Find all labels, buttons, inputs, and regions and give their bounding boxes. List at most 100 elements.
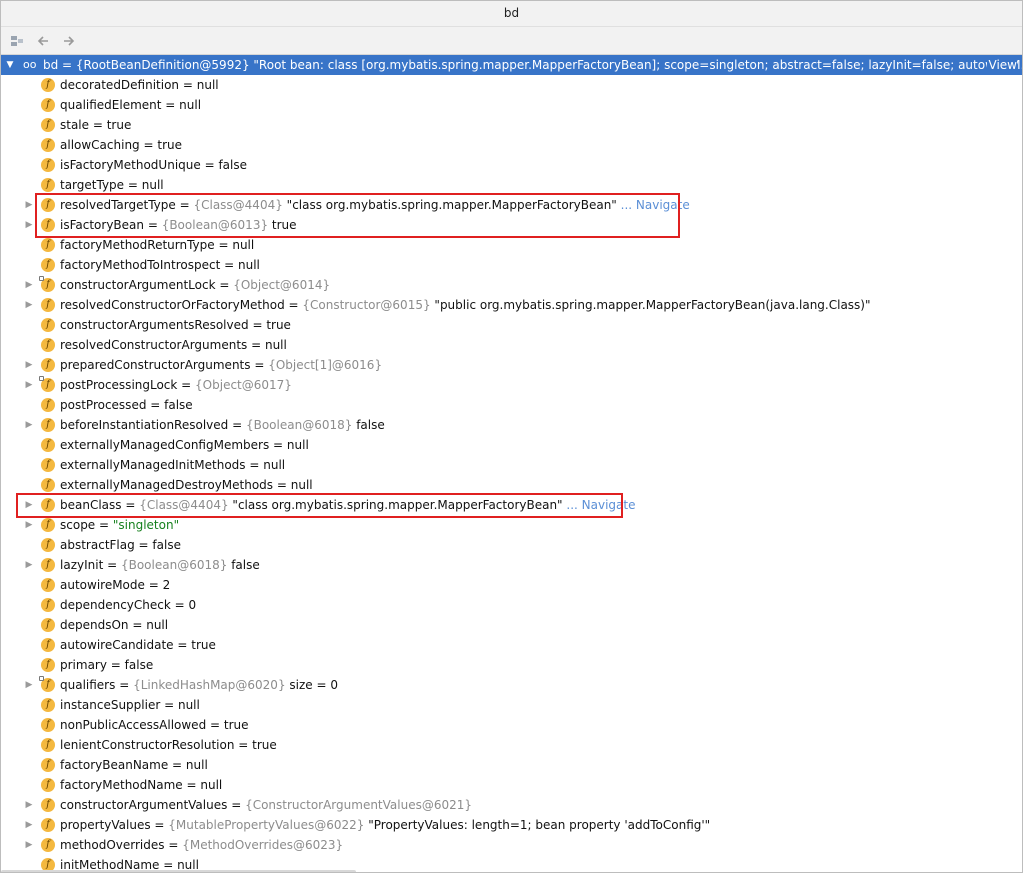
field-name: resolvedTargetType bbox=[60, 198, 176, 212]
field-equals: = bbox=[139, 138, 158, 152]
field-reference: {LinkedHashMap@6020} bbox=[133, 678, 286, 692]
tree-row-resolved-target-type[interactable]: ▶ f resolvedTargetType = {Class@4404} "cla… bbox=[1, 195, 1022, 215]
debugger-window: bd ▼ oo bd = {RootBeanDefinition@5992} "… bbox=[0, 0, 1023, 873]
tree-row-externally-managed-config-members[interactable]: f externallyManagedConfigMembers = null bbox=[1, 435, 1022, 455]
variables-tree[interactable]: ▼ oo bd = {RootBeanDefinition@5992} "Roo… bbox=[1, 55, 1022, 872]
field-name: lenientConstructorResolution bbox=[60, 738, 235, 752]
tree-row-stale[interactable]: f stale = true bbox=[1, 115, 1022, 135]
tree-row-depends-on[interactable]: f dependsOn = null bbox=[1, 615, 1022, 635]
field-equals: = bbox=[160, 698, 178, 712]
expand-arrow-icon[interactable]: ▶ bbox=[23, 675, 35, 695]
field-icon: f bbox=[41, 658, 55, 672]
expand-arrow-icon[interactable]: ▶ bbox=[23, 195, 35, 215]
tree-row-lazy-init[interactable]: ▶ f lazyInit = {Boolean@6018} false bbox=[1, 555, 1022, 575]
field-icon: f bbox=[41, 358, 55, 372]
forward-arrow-icon[interactable] bbox=[59, 31, 79, 51]
tree-row-property-values[interactable]: ▶ f propertyValues = {MutablePropertyValue… bbox=[1, 815, 1022, 835]
field-name: dependsOn bbox=[60, 618, 129, 632]
back-arrow-icon[interactable] bbox=[33, 31, 53, 51]
field-equals: = bbox=[168, 758, 186, 772]
field-value: null bbox=[263, 458, 286, 472]
tree-row-dependency-check[interactable]: f dependencyCheck = 0 bbox=[1, 595, 1022, 615]
tree-row-lenient-constructor-resolution[interactable]: f lenientConstructorResolution = true bbox=[1, 735, 1022, 755]
tree-row-constructor-argument-lock[interactable]: ▶ f constructorArgumentLock = {Object@6014… bbox=[1, 275, 1022, 295]
tree-row-factory-method-to-introspect[interactable]: f factoryMethodToIntrospect = null bbox=[1, 255, 1022, 275]
field-value: false bbox=[164, 398, 193, 412]
tree-row-non-public-access-allowed[interactable]: f nonPublicAccessAllowed = true bbox=[1, 715, 1022, 735]
field-text: scope = "singleton" bbox=[60, 515, 179, 535]
tree-row-method-overrides[interactable]: ▶ f methodOverrides = {MethodOverrides@602… bbox=[1, 835, 1022, 855]
view-link[interactable]: View bbox=[986, 55, 1017, 75]
field-text: factoryMethodToIntrospect = null bbox=[60, 255, 260, 275]
expand-arrow-icon[interactable]: ▶ bbox=[23, 835, 35, 855]
field-name: targetType bbox=[60, 178, 125, 192]
tree-row-factory-method-return-type[interactable]: f factoryMethodReturnType = null bbox=[1, 235, 1022, 255]
field-text: resolvedConstructorArguments = null bbox=[60, 335, 287, 355]
tree-row-scope[interactable]: ▶ f scope = "singleton" bbox=[1, 515, 1022, 535]
tree-row-primary[interactable]: f primary = false bbox=[1, 655, 1022, 675]
tree-row-post-processing-lock[interactable]: ▶ f postProcessingLock = {Object@6017} bbox=[1, 375, 1022, 395]
tree-row-instance-supplier[interactable]: f instanceSupplier = null bbox=[1, 695, 1022, 715]
expand-arrow-icon[interactable]: ▶ bbox=[23, 815, 35, 835]
field-text: preparedConstructorArguments = {Object[1… bbox=[60, 355, 382, 375]
tree-row-target-type[interactable]: f targetType = null bbox=[1, 175, 1022, 195]
field-reference: {Object[1]@6016} bbox=[268, 358, 383, 372]
expand-arrow-icon[interactable]: ▶ bbox=[23, 495, 35, 515]
expand-arrow-icon[interactable]: ▶ bbox=[23, 275, 35, 295]
tree-row-externally-managed-init-methods[interactable]: f externallyManagedInitMethods = null bbox=[1, 455, 1022, 475]
tree-row-constructor-arguments-resolved[interactable]: f constructorArgumentsResolved = true bbox=[1, 315, 1022, 335]
field-text: abstractFlag = false bbox=[60, 535, 181, 555]
field-name: externallyManagedDestroyMethods bbox=[60, 478, 274, 492]
field-value: null bbox=[177, 698, 200, 712]
field-name: externallyManagedConfigMembers bbox=[60, 438, 270, 452]
field-name: resolvedConstructorArguments bbox=[60, 338, 248, 352]
expand-arrow-icon[interactable]: ▶ bbox=[23, 515, 35, 535]
object-icon: oo bbox=[23, 58, 37, 71]
restore-layout-icon[interactable] bbox=[7, 31, 27, 51]
field-text: postProcessingLock = {Object@6017} bbox=[60, 375, 292, 395]
tree-row-abstract-flag[interactable]: f abstractFlag = false bbox=[1, 535, 1022, 555]
expanded-arrow-icon[interactable]: ▼ bbox=[4, 55, 16, 75]
tree-row-factory-method-name[interactable]: f factoryMethodName = null bbox=[1, 775, 1022, 795]
expand-arrow-icon[interactable]: ▶ bbox=[23, 215, 35, 235]
field-value: true bbox=[223, 718, 249, 732]
tree-row-post-processed[interactable]: f postProcessed = false bbox=[1, 395, 1022, 415]
tree-row-qualifiers[interactable]: ▶ f qualifiers = {LinkedHashMap@6020} size… bbox=[1, 675, 1022, 695]
field-text: isFactoryMethodUnique = false bbox=[60, 155, 247, 175]
field-text: constructorArgumentValues = {Constructor… bbox=[60, 795, 472, 815]
navigate-link[interactable]: ... Navigate bbox=[617, 198, 690, 212]
field-icon: f bbox=[41, 158, 55, 172]
tree-root-row[interactable]: ▼ oo bd = {RootBeanDefinition@5992} "Roo… bbox=[1, 55, 1022, 75]
tree-row-bean-class[interactable]: ▶ f beanClass = {Class@4404} "class org.my… bbox=[1, 495, 1022, 515]
expand-arrow-icon[interactable]: ▶ bbox=[23, 795, 35, 815]
tree-row-factory-bean-name[interactable]: f factoryBeanName = null bbox=[1, 755, 1022, 775]
tree-row-before-instantiation-resolved[interactable]: ▶ f beforeInstantiationResolved = {Boolean… bbox=[1, 415, 1022, 435]
tree-row-qualified-element[interactable]: f qualifiedElement = null bbox=[1, 95, 1022, 115]
expand-arrow-icon[interactable]: ▶ bbox=[23, 555, 35, 575]
expand-arrow-icon[interactable]: ▶ bbox=[23, 355, 35, 375]
tree-row-autowire-candidate[interactable]: f autowireCandidate = true bbox=[1, 635, 1022, 655]
field-name: methodOverrides bbox=[60, 838, 165, 852]
tree-row-resolved-constructor-arguments[interactable]: f resolvedConstructorArguments = null bbox=[1, 335, 1022, 355]
expand-arrow-icon[interactable]: ▶ bbox=[23, 375, 35, 395]
field-text: factoryMethodName = null bbox=[60, 775, 222, 795]
field-name: factoryMethodToIntrospect bbox=[60, 258, 221, 272]
tree-row-autowire-mode[interactable]: f autowireMode = 2 bbox=[1, 575, 1022, 595]
expand-arrow-icon[interactable]: ▶ bbox=[23, 415, 35, 435]
tree-row-decorated-definition[interactable]: f decoratedDefinition = null bbox=[1, 75, 1022, 95]
field-icon: f bbox=[41, 638, 55, 652]
tree-row-is-factory-bean[interactable]: ▶ f isFactoryBean = {Boolean@6013} true bbox=[1, 215, 1022, 235]
field-text: beforeInstantiationResolved = {Boolean@6… bbox=[60, 415, 385, 435]
field-equals: = bbox=[164, 838, 183, 852]
field-text: beanClass = {Class@4404} "class org.myba… bbox=[60, 495, 635, 515]
field-icon: f bbox=[41, 618, 55, 632]
tree-row-resolved-constructor-or-factory-method[interactable]: ▶ f resolvedConstructorOrFactoryMethod = {… bbox=[1, 295, 1022, 315]
navigate-link[interactable]: ... Navigate bbox=[563, 498, 635, 512]
tree-row-constructor-argument-values[interactable]: ▶ f constructorArgumentValues = {Construct… bbox=[1, 795, 1022, 815]
tree-row-externally-managed-destroy-methods[interactable]: f externallyManagedDestroyMethods = null bbox=[1, 475, 1022, 495]
tree-row-prepared-constructor-arguments[interactable]: ▶ f preparedConstructorArguments = {Object… bbox=[1, 355, 1022, 375]
field-name: lazyInit bbox=[60, 558, 104, 572]
tree-row-is-factory-method-unique[interactable]: f isFactoryMethodUnique = false bbox=[1, 155, 1022, 175]
tree-row-allow-caching[interactable]: f allowCaching = true bbox=[1, 135, 1022, 155]
expand-arrow-icon[interactable]: ▶ bbox=[23, 295, 35, 315]
